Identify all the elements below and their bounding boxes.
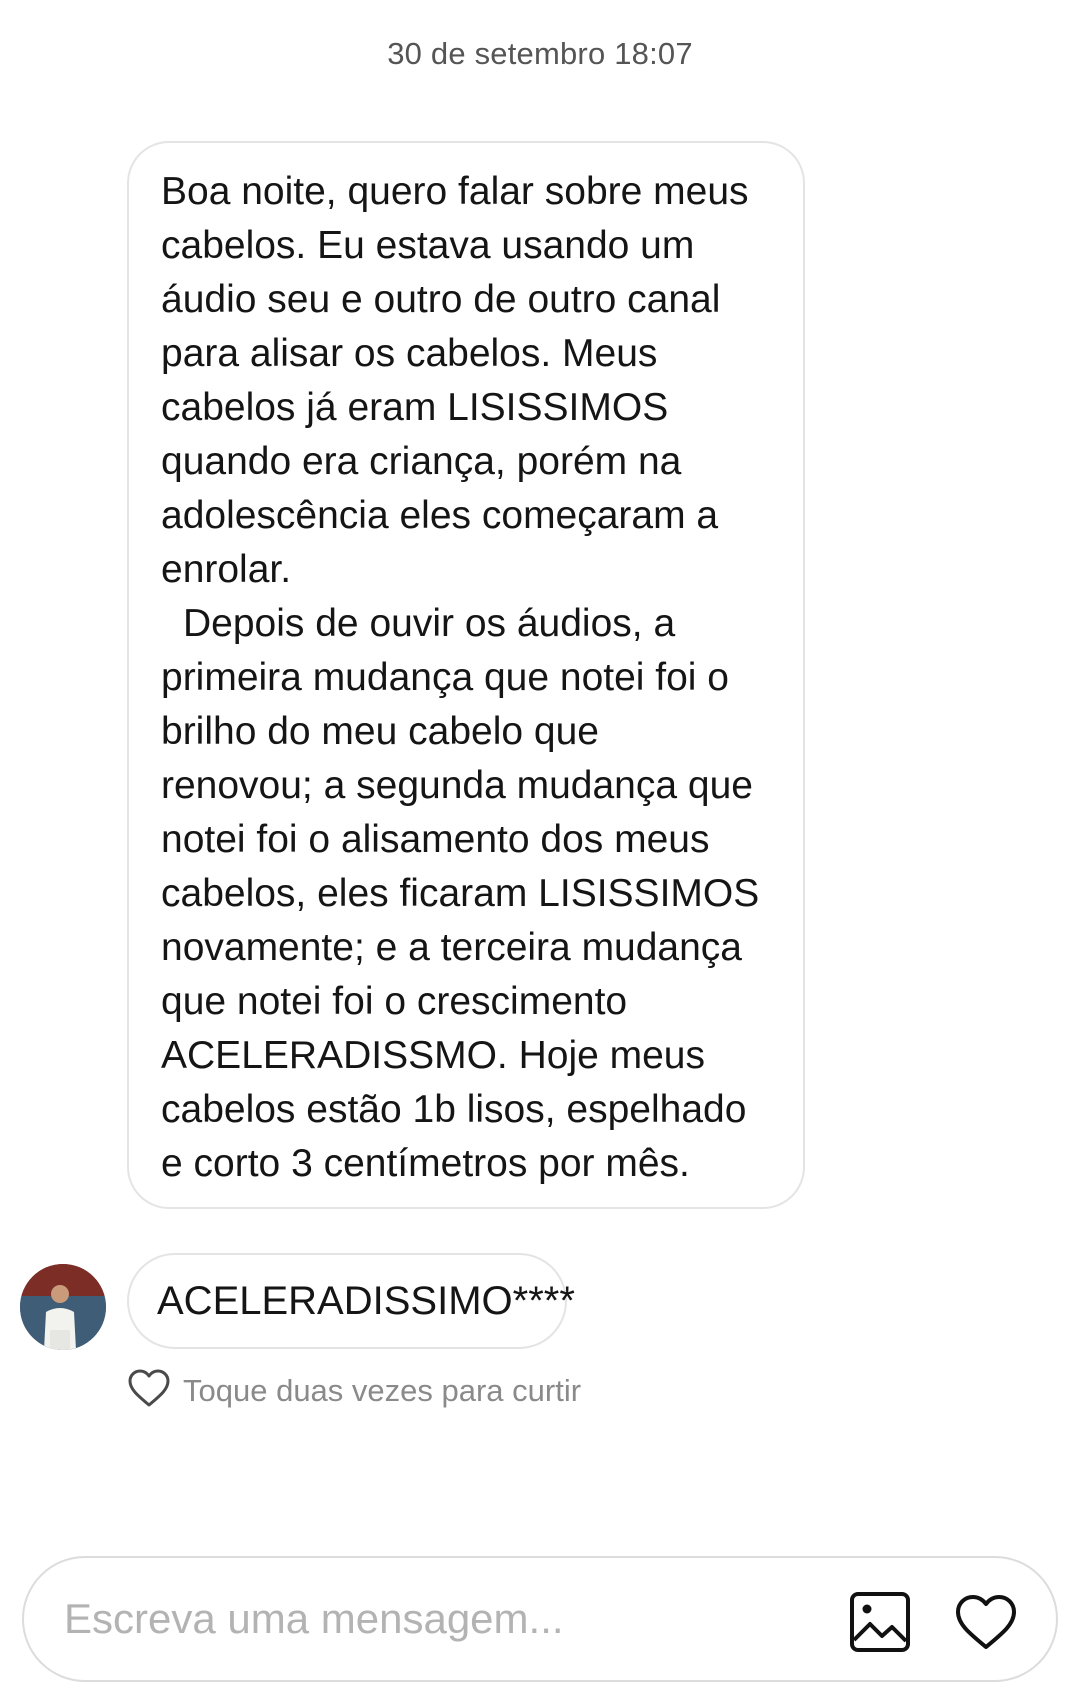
message-timestamp: 30 de setembro 18:07 <box>387 36 693 71</box>
heart-icon <box>956 1595 1016 1649</box>
heart-outline-icon[interactable] <box>127 1368 171 1413</box>
reply-text: ACELERADISSIMO**** <box>157 1278 575 1323</box>
image-icon <box>850 1592 910 1652</box>
like-hint-row[interactable]: Toque duas vezes para curtir <box>127 1368 581 1413</box>
message-bubble[interactable]: Boa noite, quero falar sobre meus cabelo… <box>127 141 805 1209</box>
like-button[interactable] <box>952 1588 1020 1656</box>
message-input[interactable] <box>64 1588 824 1650</box>
message-paragraph: Depois de ouvir os áudios, a primeira mu… <box>161 602 760 1185</box>
gallery-button[interactable] <box>846 1588 914 1656</box>
message-paragraph: Boa noite, quero falar sobre meus cabelo… <box>161 170 749 591</box>
avatar-photo <box>20 1264 106 1350</box>
reply-bubble[interactable]: ACELERADISSIMO**** <box>127 1253 575 1349</box>
like-hint-text: Toque duas vezes para curtir <box>183 1372 582 1408</box>
message-composer <box>22 1556 1058 1682</box>
sender-avatar[interactable] <box>20 1264 106 1350</box>
